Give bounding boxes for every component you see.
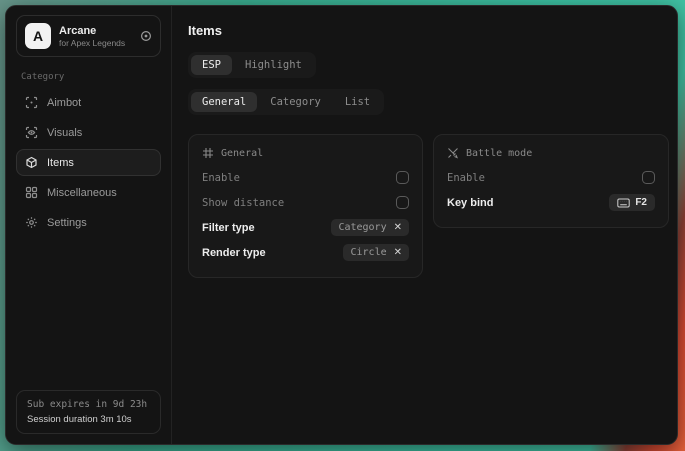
general-panel: General Enable Show distance Filter type…: [188, 134, 423, 278]
sidebar-item-label: Settings: [47, 217, 87, 229]
clear-icon[interactable]: ✕: [394, 223, 402, 233]
render-type-row: Render type Circle ✕: [202, 240, 409, 265]
battle-mode-panel-title: Battle mode: [466, 148, 532, 159]
mode-tab-group: ESP Highlight: [188, 52, 316, 78]
page-title: Items: [188, 23, 669, 38]
general-panel-header: General: [202, 147, 409, 159]
render-type-label: Render type: [202, 247, 266, 259]
tab-highlight[interactable]: Highlight: [234, 55, 313, 75]
brand-card: A Arcane for Apex Legends: [16, 15, 161, 57]
render-type-value: Circle: [350, 247, 386, 258]
filter-type-row: Filter type Category ✕: [202, 215, 409, 240]
gear-icon: [25, 216, 38, 229]
keybind-button[interactable]: F2: [609, 194, 655, 211]
scan-grid-icon: [202, 147, 214, 159]
category-section-label: Category: [21, 72, 156, 82]
tab-list[interactable]: List: [334, 92, 381, 112]
sidebar-item-aimbot[interactable]: Aimbot: [16, 89, 161, 116]
sidebar: A Arcane for Apex Legends Category Aimbo…: [6, 6, 172, 444]
sidebar-item-label: Miscellaneous: [47, 187, 117, 199]
battle-enable-row: Enable: [447, 165, 655, 190]
panels-row: General Enable Show distance Filter type…: [188, 134, 669, 278]
battle-mode-panel-header: Battle mode: [447, 147, 655, 159]
eye-icon: [25, 126, 38, 139]
view-tab-group: General Category List: [188, 89, 384, 115]
app-subtitle: for Apex Legends: [59, 38, 125, 48]
general-panel-title: General: [221, 148, 263, 159]
clear-icon[interactable]: ✕: [394, 248, 402, 258]
grid-icon: [25, 186, 38, 199]
subscription-info-card: Sub expires in 9d 23h Session duration 3…: [16, 390, 161, 434]
crosshair-circle-icon[interactable]: [140, 30, 152, 42]
enable-checkbox[interactable]: [396, 171, 409, 184]
keybind-row: Key bind F2: [447, 190, 655, 215]
main-content: Items ESP Highlight General Category Lis…: [172, 6, 678, 444]
show-distance-row: Show distance: [202, 190, 409, 215]
sidebar-item-label: Aimbot: [47, 97, 81, 109]
sidebar-item-visuals[interactable]: Visuals: [16, 119, 161, 146]
sub-expires-text: Sub expires in 9d 23h: [27, 399, 150, 410]
session-duration-text: Session duration 3m 10s: [27, 414, 150, 425]
crosshair-icon: [25, 96, 38, 109]
keyboard-icon: [617, 198, 630, 208]
sidebar-item-label: Items: [47, 157, 74, 169]
box-icon: [25, 156, 38, 169]
battle-enable-checkbox[interactable]: [642, 171, 655, 184]
swords-icon: [447, 147, 459, 159]
tab-general[interactable]: General: [191, 92, 257, 112]
filter-type-label: Filter type: [202, 222, 255, 234]
brand-text: Arcane for Apex Legends: [59, 25, 125, 48]
app-window: A Arcane for Apex Legends Category Aimbo…: [5, 5, 678, 445]
battle-mode-panel: Battle mode Enable Key bind: [433, 134, 669, 228]
battle-enable-label: Enable: [447, 172, 485, 184]
app-logo: A: [25, 23, 51, 49]
keybind-value: F2: [635, 197, 647, 208]
sidebar-item-label: Visuals: [47, 127, 82, 139]
tab-category[interactable]: Category: [259, 92, 332, 112]
sidebar-item-miscellaneous[interactable]: Miscellaneous: [16, 179, 161, 206]
render-type-select[interactable]: Circle ✕: [343, 244, 409, 261]
sidebar-item-items[interactable]: Items: [16, 149, 161, 176]
enable-row: Enable: [202, 165, 409, 190]
app-name: Arcane: [59, 25, 125, 37]
show-distance-checkbox[interactable]: [396, 196, 409, 209]
show-distance-label: Show distance: [202, 197, 284, 209]
keybind-label: Key bind: [447, 197, 493, 209]
filter-type-select[interactable]: Category ✕: [331, 219, 409, 236]
sidebar-item-settings[interactable]: Settings: [16, 209, 161, 236]
filter-type-value: Category: [338, 222, 386, 233]
enable-label: Enable: [202, 172, 240, 184]
tab-esp[interactable]: ESP: [191, 55, 232, 75]
